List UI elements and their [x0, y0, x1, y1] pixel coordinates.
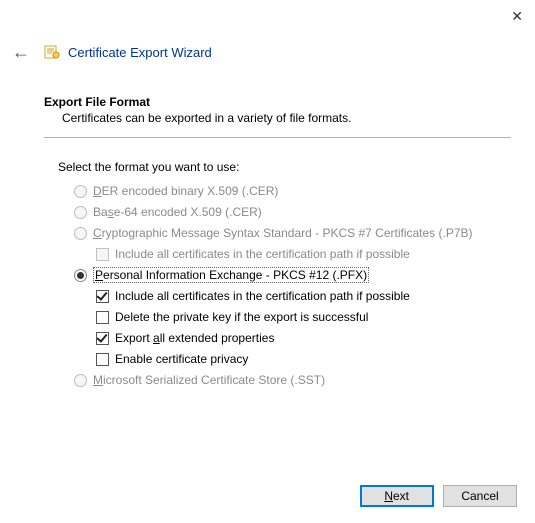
footer-buttons: Next Cancel [354, 485, 517, 507]
option-der-label: DER encoded binary X.509 (.CER) [93, 184, 278, 199]
option-pfx-enable-privacy[interactable]: Enable certificate privacy [96, 352, 511, 367]
format-prompt: Select the format you want to use: [58, 160, 511, 174]
back-arrow-icon[interactable]: ← [12, 43, 30, 61]
option-pfx[interactable]: Personal Information Exchange - PKCS #12… [74, 268, 511, 283]
certificate-icon [44, 44, 60, 60]
section-desc: Certificates can be exported in a variet… [62, 111, 511, 125]
option-der: DER encoded binary X.509 (.CER) [74, 184, 511, 199]
option-base64-label: Base-64 encoded X.509 (.CER) [93, 205, 262, 220]
option-pfx-delete-key-label: Delete the private key if the export is … [115, 310, 368, 325]
option-p7b-include-path-label: Include all certificates in the certific… [115, 247, 410, 262]
close-icon[interactable]: ✕ [511, 8, 523, 25]
section-heading: Export File Format [44, 95, 511, 109]
option-p7b-label: Cryptographic Message Syntax Standard - … [93, 226, 473, 241]
option-pfx-label: Personal Information Exchange - PKCS #12… [93, 268, 369, 283]
option-p7b: Cryptographic Message Syntax Standard - … [74, 226, 511, 241]
radio-icon [74, 185, 87, 198]
divider [44, 137, 511, 138]
radio-icon[interactable] [74, 269, 87, 282]
checkbox-icon[interactable] [96, 353, 109, 366]
checkbox-icon[interactable] [96, 290, 109, 303]
option-pfx-delete-key[interactable]: Delete the private key if the export is … [96, 310, 511, 325]
option-sst: Microsoft Serialized Certificate Store (… [74, 373, 511, 388]
radio-icon [74, 374, 87, 387]
option-pfx-export-extended[interactable]: Export all extended properties [96, 331, 511, 346]
option-pfx-export-extended-label: Export all extended properties [115, 331, 274, 346]
wizard-header: ← Certificate Export Wizard [12, 40, 523, 64]
option-pfx-include-path-label: Include all certificates in the certific… [115, 289, 410, 304]
option-pfx-enable-privacy-label: Enable certificate privacy [115, 352, 248, 367]
radio-icon [74, 227, 87, 240]
checkbox-icon [96, 248, 109, 261]
cancel-button[interactable]: Cancel [443, 485, 517, 507]
next-button[interactable]: Next [360, 485, 434, 507]
option-pfx-include-path[interactable]: Include all certificates in the certific… [96, 289, 511, 304]
option-base64: Base-64 encoded X.509 (.CER) [74, 205, 511, 220]
option-p7b-include-path: Include all certificates in the certific… [96, 247, 511, 262]
checkbox-icon[interactable] [96, 332, 109, 345]
checkbox-icon[interactable] [96, 311, 109, 324]
wizard-title: Certificate Export Wizard [68, 45, 212, 60]
radio-icon [74, 206, 87, 219]
option-sst-label: Microsoft Serialized Certificate Store (… [93, 373, 325, 388]
